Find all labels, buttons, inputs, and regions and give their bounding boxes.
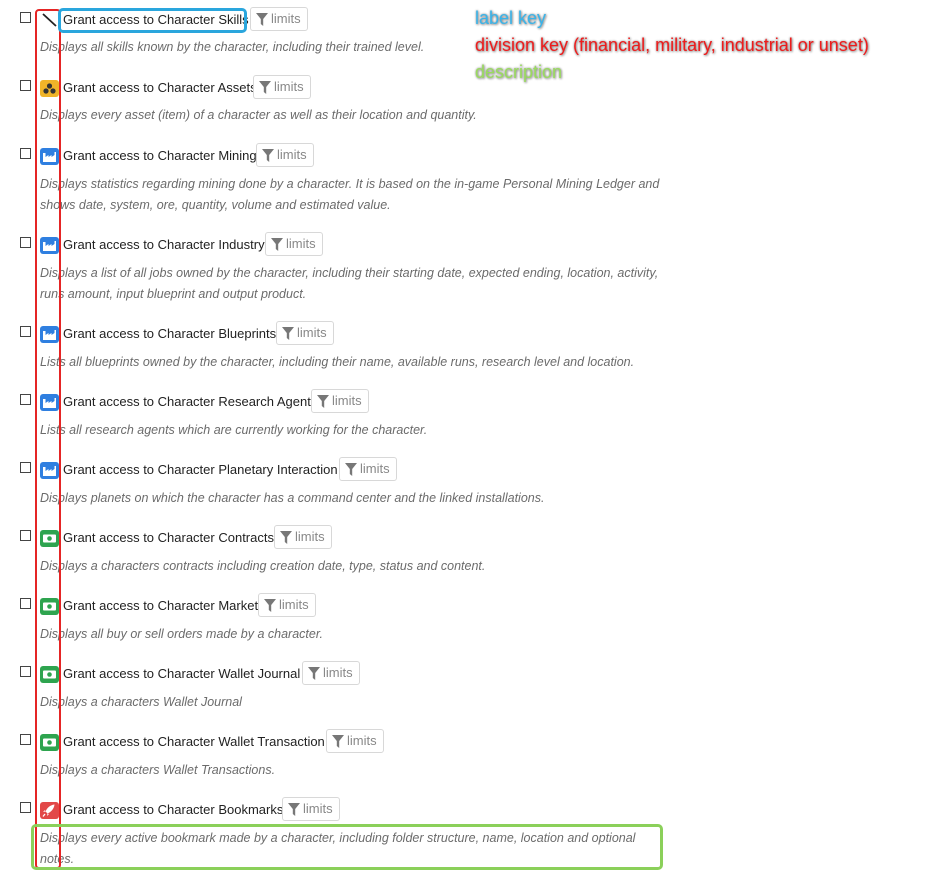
limits-label: limits xyxy=(332,393,362,408)
filter-icon xyxy=(282,327,294,340)
permission-checkbox[interactable] xyxy=(20,148,31,159)
limits-label: limits xyxy=(279,597,309,612)
filter-icon xyxy=(288,803,300,816)
permission-label: Grant access to Character Assets xyxy=(63,80,257,95)
limits-button[interactable]: limits xyxy=(250,7,308,31)
permission-label: Grant access to Character Research Agent… xyxy=(63,394,318,409)
permission-checkbox[interactable] xyxy=(20,530,31,541)
limits-button[interactable]: limits xyxy=(326,729,384,753)
limits-button[interactable]: limits xyxy=(253,75,311,99)
permission-checkbox[interactable] xyxy=(20,462,31,473)
filter-icon xyxy=(264,599,276,612)
permission-checkbox[interactable] xyxy=(20,394,31,405)
limits-button[interactable]: limits xyxy=(256,143,314,167)
division-key-highlight xyxy=(35,9,61,869)
filter-icon xyxy=(280,531,292,544)
limits-label: limits xyxy=(277,147,307,162)
filter-icon xyxy=(256,13,268,26)
permission-description: Displays a characters Wallet Journal xyxy=(40,695,242,709)
annotation-description: description xyxy=(475,62,563,82)
limits-button[interactable]: limits xyxy=(274,525,332,549)
limits-button[interactable]: limits xyxy=(265,232,323,256)
limits-label: limits xyxy=(323,665,353,680)
limits-label: limits xyxy=(271,11,301,26)
filter-icon xyxy=(271,238,283,251)
permission-description: Displays a characters Wallet Transaction… xyxy=(40,763,276,777)
permission-checkbox[interactable] xyxy=(20,666,31,677)
limits-label: limits xyxy=(274,79,304,94)
filter-icon xyxy=(262,149,274,162)
limits-button[interactable]: limits xyxy=(311,389,369,413)
permission-checkbox[interactable] xyxy=(20,734,31,745)
permission-checkbox[interactable] xyxy=(20,237,31,248)
permission-description: Displays all buy or sell orders made by … xyxy=(40,627,323,641)
limits-label: limits xyxy=(347,733,377,748)
permission-description: Displays all skills known by the charact… xyxy=(40,40,425,54)
permission-description: Displays a list of all jobs owned by the… xyxy=(40,266,659,301)
limits-button[interactable]: limits xyxy=(258,593,316,617)
annotation-label-key: label key xyxy=(475,8,547,28)
filter-icon xyxy=(332,735,344,748)
filter-icon xyxy=(345,463,357,476)
limits-button[interactable]: limits xyxy=(282,797,340,821)
permission-description: Lists all research agents which are curr… xyxy=(40,423,428,437)
limits-label: limits xyxy=(303,801,333,816)
permission-label: Grant access to Character Planetary Inte… xyxy=(63,462,338,477)
permission-label: Grant access to Character Blueprints xyxy=(63,326,277,341)
limits-button[interactable]: limits xyxy=(339,457,397,481)
description-highlight xyxy=(31,824,663,870)
permission-label: Grant access to Character Industry xyxy=(63,237,265,252)
permission-label: Grant access to Character Bookmarks xyxy=(63,802,284,817)
limits-button[interactable]: limits xyxy=(276,321,334,345)
limits-label: limits xyxy=(286,236,316,251)
permission-checkbox[interactable] xyxy=(20,802,31,813)
permission-description: Displays planets on which the character … xyxy=(40,491,545,505)
permission-checkbox[interactable] xyxy=(20,80,31,91)
permission-checkbox[interactable] xyxy=(20,598,31,609)
limits-label: limits xyxy=(295,529,325,544)
limits-button[interactable]: limits xyxy=(302,661,360,685)
permission-description: Displays every asset (item) of a charact… xyxy=(40,108,477,122)
permission-checkbox[interactable] xyxy=(20,326,31,337)
permission-label: Grant access to Character Contracts xyxy=(63,530,274,545)
permission-description: Displays statistics regarding mining don… xyxy=(40,177,660,212)
label-key-highlight xyxy=(58,8,247,33)
permission-checkbox[interactable] xyxy=(20,12,31,23)
permission-label: Grant access to Character Mining xyxy=(63,148,257,163)
permission-label: Grant access to Character Wallet Journal xyxy=(63,666,301,681)
permission-label: Grant access to Character Market xyxy=(63,598,259,613)
limits-label: limits xyxy=(297,325,327,340)
filter-icon xyxy=(317,395,329,408)
filter-icon xyxy=(259,81,271,94)
permission-description: Lists all blueprints owned by the charac… xyxy=(40,355,635,369)
permission-label: Grant access to Character Wallet Transac… xyxy=(63,734,325,749)
limits-label: limits xyxy=(360,461,390,476)
filter-icon xyxy=(308,667,320,680)
permission-description: Displays a characters contracts includin… xyxy=(40,559,486,573)
